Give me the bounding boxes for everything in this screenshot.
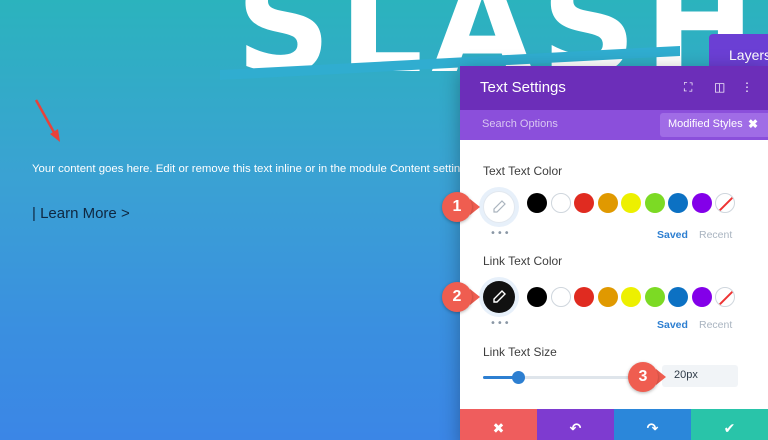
color-swatch[interactable] (621, 193, 641, 213)
more-swatches-icon[interactable]: ••• (490, 318, 511, 329)
saved-tab[interactable]: Saved (657, 319, 688, 331)
text-color-picker[interactable] (483, 191, 515, 223)
callout-badge-1: 1 (442, 192, 472, 222)
panel-search-bar: Search Options Modified Styles ✖ (460, 110, 768, 140)
learn-more-link[interactable]: | Learn More > (32, 205, 130, 222)
saved-tab[interactable]: Saved (657, 229, 688, 241)
cancel-button[interactable]: ✖ (460, 409, 537, 440)
modified-styles-label: Modified Styles (668, 118, 743, 130)
link-size-label: Link Text Size (483, 345, 557, 359)
split-view-icon[interactable]: ◫ (714, 79, 725, 95)
link-color-picker[interactable] (483, 281, 515, 313)
search-options-input[interactable]: Search Options (482, 118, 558, 130)
color-swatch[interactable] (597, 287, 618, 307)
color-swatch[interactable] (527, 287, 547, 307)
more-swatches-icon[interactable]: ••• (490, 228, 511, 239)
color-swatch[interactable] (644, 193, 665, 213)
link-color-label: Link Text Color (483, 254, 563, 268)
text-settings-panel: Text Settings ⛶ ◫ ⋮ Search Options Modif… (460, 66, 768, 440)
callout-badge-2: 2 (442, 282, 472, 312)
color-swatch[interactable] (691, 193, 712, 213)
panel-footer: ✖ ↶ ↷ ✔ (460, 409, 768, 440)
eyedropper-icon (493, 290, 506, 303)
color-swatch[interactable] (691, 287, 712, 307)
color-swatch[interactable] (574, 193, 594, 213)
color-swatch[interactable] (621, 287, 641, 307)
color-swatch[interactable] (644, 287, 665, 307)
annotation-arrow-icon (34, 99, 60, 142)
color-swatch[interactable] (574, 287, 594, 307)
redo-button[interactable]: ↷ (614, 409, 691, 440)
panel-title: Text Settings (480, 79, 566, 96)
color-swatch[interactable] (668, 287, 688, 307)
more-options-icon[interactable]: ⋮ (741, 79, 753, 95)
close-icon[interactable]: ✖ (748, 117, 758, 131)
text-color-label: Text Text Color (483, 164, 563, 178)
module-body-text[interactable]: Your content goes here. Edit or remove t… (32, 160, 462, 179)
swatch-none[interactable] (715, 287, 735, 307)
slider-thumb[interactable] (511, 371, 525, 384)
fullscreen-icon[interactable]: ⛶ (684, 79, 692, 95)
modified-styles-filter[interactable]: Modified Styles ✖ (660, 113, 768, 137)
recent-tab[interactable]: Recent (699, 229, 732, 241)
link-size-input[interactable]: 20px (662, 365, 738, 387)
save-button[interactable]: ✔ (691, 409, 768, 440)
eyedropper-icon (493, 200, 506, 213)
color-swatch[interactable] (668, 193, 688, 213)
link-size-slider[interactable] (483, 371, 633, 384)
swatch-none[interactable] (715, 193, 735, 213)
callout-badge-3: 3 (628, 362, 658, 392)
undo-button[interactable]: ↶ (537, 409, 614, 440)
panel-header: Text Settings ⛶ ◫ ⋮ (460, 66, 768, 110)
recent-tab[interactable]: Recent (699, 319, 732, 331)
color-swatch[interactable] (550, 193, 571, 213)
color-swatch[interactable] (550, 287, 571, 307)
color-swatch[interactable] (597, 193, 618, 213)
color-swatch[interactable] (527, 193, 547, 213)
